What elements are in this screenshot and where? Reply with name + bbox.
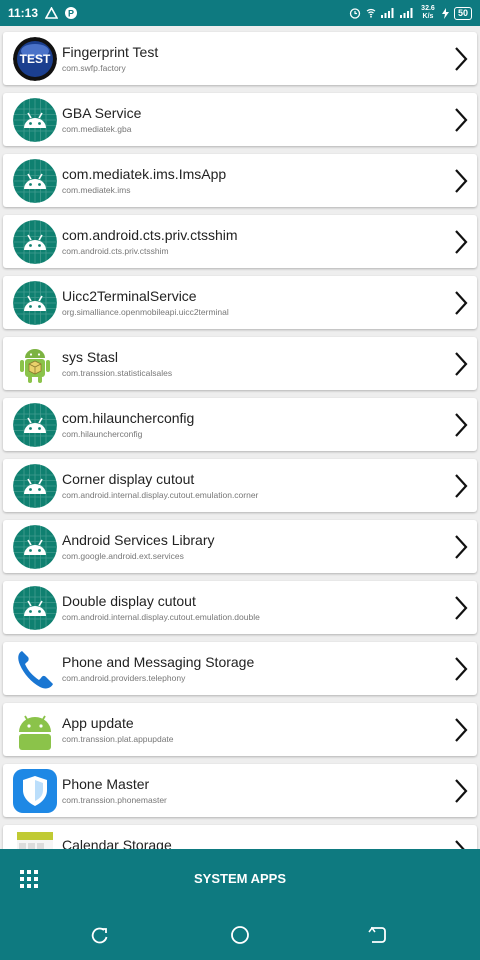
recents-icon[interactable] [90, 925, 110, 945]
chevron-right-icon[interactable] [453, 412, 469, 438]
android-icon [13, 159, 57, 203]
bottom-bar: SYSTEM APPS [0, 849, 480, 909]
app-package: com.transsion.phonemaster [62, 795, 167, 805]
wifi-icon [366, 8, 376, 18]
status-left: 11:13 P [8, 6, 78, 20]
robot-box-icon [13, 342, 57, 386]
app-name: Uicc2TerminalService [62, 288, 197, 304]
app-name: Phone Master [62, 776, 150, 792]
app-name: com.android.cts.priv.ctsshim [62, 227, 238, 243]
charging-icon [441, 7, 449, 19]
chevron-right-icon[interactable] [453, 717, 469, 743]
android-icon [13, 281, 57, 325]
p-icon: P [65, 7, 78, 19]
app-list-item[interactable]: com.mediatek.ims.ImsApp com.mediatek.ims [3, 154, 477, 207]
app-name: Phone and Messaging Storage [62, 654, 255, 670]
app-package: com.google.android.ext.services [62, 551, 184, 561]
app-package: com.swfp.factory [62, 63, 126, 73]
app-list-item[interactable]: Double display cutout com.android.interna… [3, 581, 477, 634]
app-list-item[interactable]: com.hilauncherconfig com.hilauncherconfig [3, 398, 477, 451]
android-icon [13, 403, 57, 447]
test-icon: TEST [13, 37, 57, 81]
app-package: com.android.providers.telephony [62, 673, 186, 683]
app-package: com.mediatek.gba [62, 124, 132, 134]
chevron-right-icon[interactable] [453, 473, 469, 499]
chevron-right-icon[interactable] [453, 351, 469, 377]
status-bar: 11:13 P 32.6 K/s 50 [0, 0, 480, 26]
app-name: Fingerprint Test [62, 44, 159, 60]
app-name: Calendar Storage [62, 837, 172, 849]
app-name: sys Stasl [62, 349, 119, 365]
bottom-title: SYSTEM APPS [194, 871, 286, 886]
nav-bar [0, 909, 480, 960]
android-head-icon [13, 708, 57, 752]
chevron-right-icon[interactable] [453, 595, 469, 621]
app-list-item[interactable]: TEST Fingerprint Test com.swfp.factory [3, 32, 477, 85]
chevron-right-icon[interactable] [453, 46, 469, 72]
chevron-right-icon[interactable] [453, 290, 469, 316]
app-name: Corner display cutout [62, 471, 195, 487]
android-icon [13, 464, 57, 508]
android-icon [13, 586, 57, 630]
net-speed: 32.6 K/s [421, 5, 435, 20]
app-list-item[interactable]: Uicc2TerminalService org.simalliance.open… [3, 276, 477, 329]
calendar-icon [13, 830, 57, 849]
chevron-right-icon[interactable] [453, 168, 469, 194]
app-name: Android Services Library [62, 532, 215, 548]
app-name: GBA Service [62, 105, 142, 121]
back-icon[interactable] [368, 925, 388, 945]
app-list-item[interactable]: Corner display cutout com.android.interna… [3, 459, 477, 512]
app-list: TEST Fingerprint Test com.swfp.factory GBA … [0, 26, 480, 849]
app-name: Double display cutout [62, 593, 196, 609]
chevron-right-icon[interactable] [453, 229, 469, 255]
chevron-right-icon[interactable] [453, 656, 469, 682]
app-package: com.mediatek.ims [62, 185, 131, 195]
app-package: com.android.internal.display.cutout.emul… [62, 490, 259, 500]
android-icon [13, 98, 57, 142]
svg-text:TEST: TEST [20, 52, 51, 66]
app-list-item[interactable]: Calendar Storage [3, 825, 477, 849]
app-name: com.hilauncherconfig [62, 410, 195, 426]
android-icon [13, 525, 57, 569]
chevron-right-icon[interactable] [453, 839, 469, 849]
app-package: com.transsion.plat.appupdate [62, 734, 174, 744]
alarm-icon [349, 8, 361, 19]
app-package: com.hilauncherconfig [62, 429, 143, 439]
app-package: com.transsion.statisticalsales [62, 368, 173, 378]
app-list-item[interactable]: GBA Service com.mediatek.gba [3, 93, 477, 146]
app-name: App update [62, 715, 134, 731]
status-right: 32.6 K/s 50 [349, 5, 472, 21]
app-package: com.android.internal.display.cutout.emul… [62, 612, 260, 622]
svg-text:P: P [68, 9, 74, 19]
chevron-right-icon[interactable] [453, 778, 469, 804]
app-list-item[interactable]: App update com.transsion.plat.appupdate [3, 703, 477, 756]
app-name: com.mediatek.ims.ImsApp [62, 166, 227, 182]
phone-icon [13, 647, 57, 691]
app-list-item[interactable]: Phone Master com.transsion.phonemaster [3, 764, 477, 817]
app-package: org.simalliance.openmobileapi.uicc2termi… [62, 307, 229, 317]
chevron-right-icon[interactable] [453, 534, 469, 560]
status-time: 11:13 [8, 6, 39, 20]
android-icon [13, 220, 57, 264]
app-list-item[interactable]: com.android.cts.priv.ctsshim com.android.… [3, 215, 477, 268]
signal-icon [380, 8, 394, 18]
app-list-item[interactable]: Phone and Messaging Storage com.android.p… [3, 642, 477, 695]
shield-icon [13, 769, 57, 813]
signal-icon [399, 8, 413, 18]
chevron-right-icon[interactable] [453, 107, 469, 133]
battery-level: 50 [453, 6, 472, 20]
app-list-item[interactable]: sys Stasl com.transsion.statisticalsales [3, 337, 477, 390]
app-package: com.android.cts.priv.ctsshim [62, 246, 169, 256]
warning-icon [45, 7, 59, 19]
home-icon[interactable] [230, 925, 250, 945]
app-list-item[interactable]: Android Services Library com.google.andro… [3, 520, 477, 573]
